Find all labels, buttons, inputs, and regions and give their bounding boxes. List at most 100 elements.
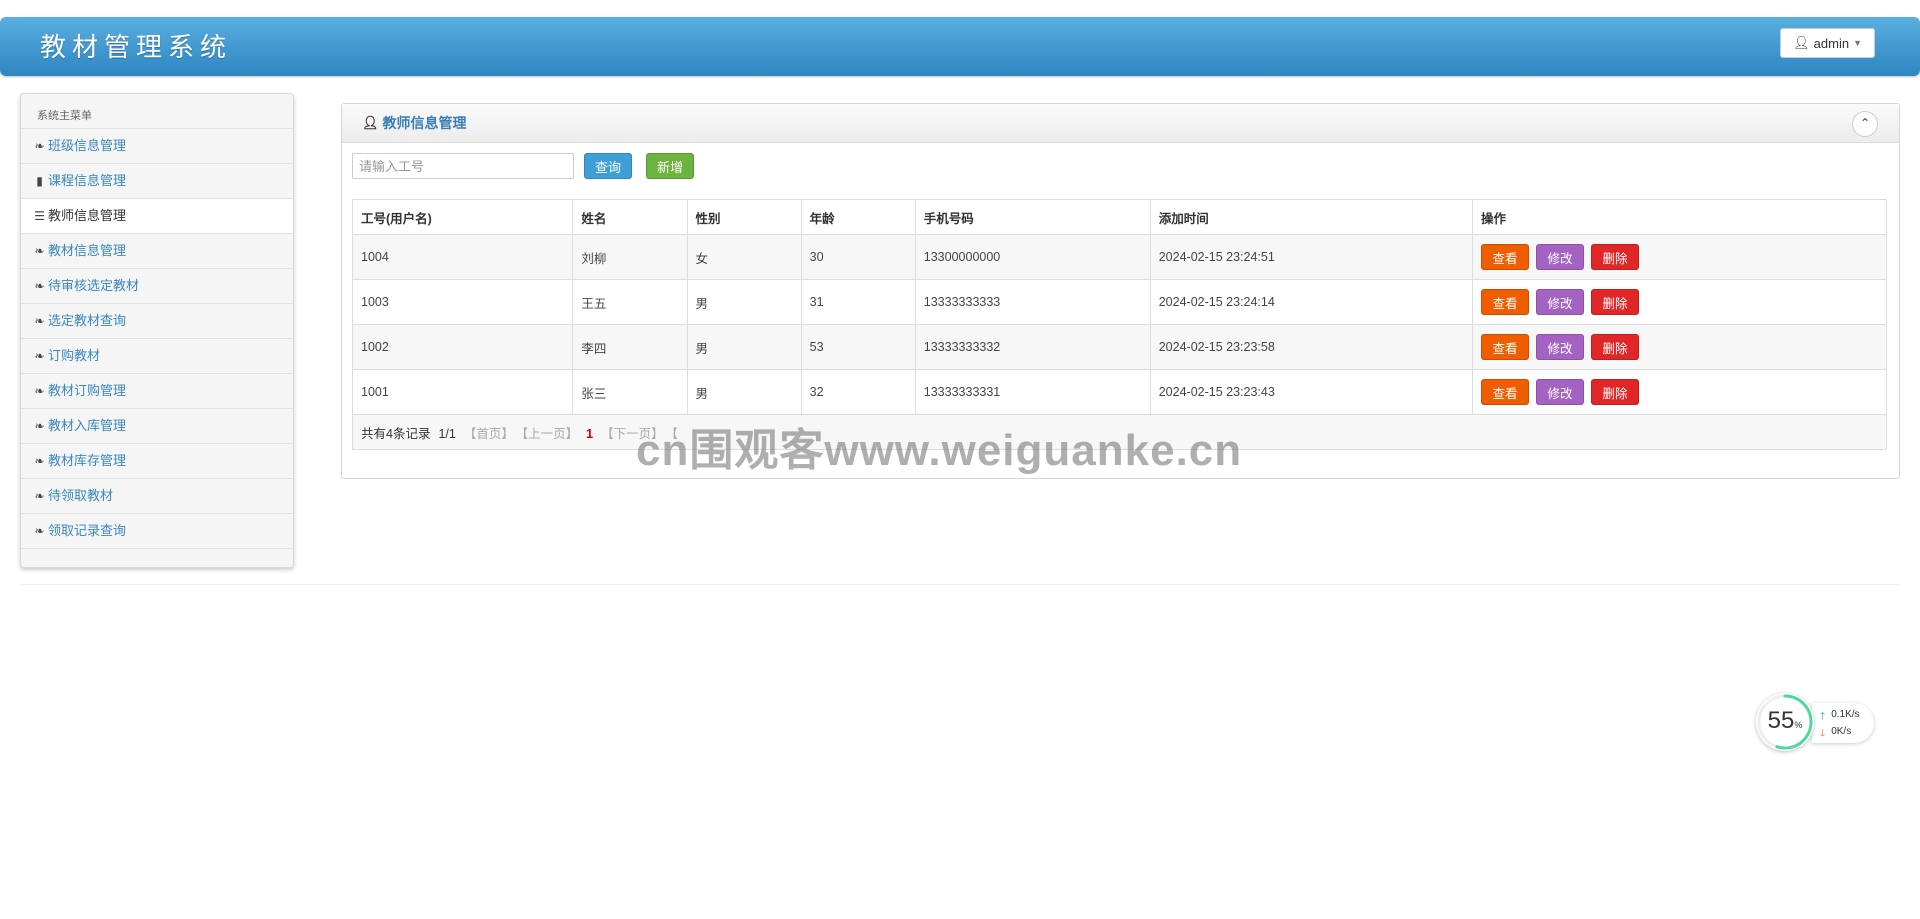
sidebar-item[interactable]: ☰ 教师信息管理 — [21, 199, 293, 234]
memory-gauge: 55% — [1756, 693, 1814, 751]
query-button[interactable]: 查询 — [584, 153, 632, 179]
user-menu-button[interactable]: 👤︎ admin ▼ — [1780, 28, 1875, 58]
table-cell: 男 — [686, 369, 802, 415]
sidebar-item-label: 教师信息管理 — [48, 208, 127, 223]
gauge-percent: 55 — [1767, 707, 1795, 734]
top-header: 教材管理系统 👤︎ admin ▼ — [0, 17, 1920, 76]
table-cell: 31 — [800, 279, 916, 325]
sidebar-item[interactable]: ❧ 订购教材 — [21, 339, 293, 374]
edit-button[interactable]: 修改 — [1535, 379, 1584, 405]
gauge-percent-unit: % — [1794, 720, 1803, 730]
view-button[interactable]: 查看 — [1480, 244, 1529, 270]
table-cell: 1002 — [351, 324, 574, 370]
column-header: 年龄 — [800, 199, 916, 235]
table-cell: 2024-02-15 23:23:43 — [1149, 369, 1473, 415]
search-toolbar: 查询 新增 — [352, 153, 694, 179]
sidebar-item-label: 待审核选定教材 — [48, 278, 140, 293]
arrow-down-icon: 🡓 — [1820, 728, 1826, 739]
edit-button[interactable]: 修改 — [1535, 289, 1584, 315]
sidebar-item-label: 课程信息管理 — [48, 173, 127, 188]
sidebar-item-label: 班级信息管理 — [48, 138, 127, 153]
view-button[interactable]: 查看 — [1480, 289, 1529, 315]
row-actions: 查看 修改 删除 — [1471, 369, 1888, 415]
user-icon: 👤︎ — [362, 115, 379, 130]
sidebar-item[interactable]: ❧ 教材库存管理 — [21, 444, 293, 479]
table-cell: 2024-02-15 23:24:14 — [1149, 279, 1473, 325]
row-actions: 查看 修改 删除 — [1471, 279, 1888, 325]
prev-page-link[interactable]: 【上一页】 — [522, 427, 578, 441]
column-header: 性别 — [686, 199, 802, 235]
delete-button[interactable]: 删除 — [1590, 334, 1639, 360]
pager-summary: 共有4条记录 — [361, 426, 431, 441]
panel-title: 教师信息管理 — [382, 115, 467, 131]
table-cell: 1004 — [351, 234, 574, 280]
view-button[interactable]: 查看 — [1480, 334, 1529, 360]
delete-button[interactable]: 删除 — [1590, 379, 1639, 405]
speed-rates: 🡑 0.1K/s 🡓 0K/s — [1812, 703, 1874, 743]
edit-button[interactable]: 修改 — [1535, 244, 1584, 270]
sidebar: 系统主菜单 ❧ 班级信息管理 ▮ 课程信息管理 ☰ 教师信息管理 ❧ 教材信息管理 ❧ 待审核选定… — [20, 93, 294, 568]
sidebar-item[interactable]: ❧ 待领取教材 — [21, 479, 293, 514]
table-cell: 1001 — [351, 369, 574, 415]
pager-pages: 1/1 — [438, 426, 456, 441]
teacher-table: 工号(用户名) 姓名 性别 年龄 手机号码 添加时间 操作 1004 刘柳女 30 1330000… — [351, 199, 1888, 450]
watermark: cn围观客www.weiguanke.cn — [636, 426, 1243, 475]
leaf-icon: ❧ — [34, 279, 45, 293]
delete-button[interactable]: 删除 — [1590, 289, 1639, 315]
table-cell: 2024-02-15 23:24:51 — [1149, 234, 1473, 280]
table-header-row: 工号(用户名) 姓名 性别 年龄 手机号码 添加时间 操作 — [351, 199, 1888, 235]
gauge-value: 55% — [1756, 707, 1814, 735]
sidebar-item[interactable]: ❧ 教材订购管理 — [21, 374, 293, 409]
sidebar-menu: ❧ 班级信息管理 ▮ 课程信息管理 ☰ 教师信息管理 ❧ 教材信息管理 ❧ 待审核选定教材 ❧ 选定教… — [21, 129, 293, 549]
search-input[interactable] — [352, 153, 574, 179]
leaf-icon: ❧ — [34, 349, 45, 363]
panel-header: 👤︎ 教师信息管理 — [342, 104, 1899, 143]
sidebar-item[interactable]: ❧ 领取记录查询 — [21, 514, 293, 549]
table-cell: 张三 — [572, 369, 688, 415]
table-cell: 男 — [686, 324, 802, 370]
list-icon: ☰ — [34, 209, 45, 223]
leaf-icon: ❧ — [34, 314, 45, 328]
table-row: 1003 王五男 31 13333333333 2024-02-15 23:24:14 查… — [351, 279, 1888, 325]
view-button[interactable]: 查看 — [1480, 379, 1529, 405]
edit-button[interactable]: 修改 — [1535, 334, 1584, 360]
leaf-icon: ❧ — [34, 489, 45, 503]
leaf-icon: ❧ — [34, 419, 45, 433]
sidebar-item[interactable]: ▮ 课程信息管理 — [21, 164, 293, 199]
table-cell: 13333333331 — [914, 369, 1151, 415]
leaf-icon: ❧ — [34, 454, 45, 468]
sidebar-item[interactable]: ❧ 教材入库管理 — [21, 409, 293, 444]
add-button[interactable]: 新增 — [646, 153, 694, 179]
sidebar-item[interactable]: ❧ 待审核选定教材 — [21, 269, 293, 304]
table-cell: 13333333332 — [914, 324, 1151, 370]
sidebar-item[interactable]: ❧ 班级信息管理 — [21, 129, 293, 164]
current-page: 1 — [586, 426, 594, 441]
table-row: 1001 张三男 32 13333333331 2024-02-15 23:23:43 查… — [351, 369, 1888, 415]
table-row: 1004 刘柳女 30 13300000000 2024-02-15 23:24:51 查… — [351, 234, 1888, 280]
collapse-button[interactable]: ⌃ — [1852, 111, 1878, 137]
table-cell: 32 — [800, 369, 916, 415]
user-name: admin — [1813, 35, 1850, 51]
sidebar-item-label: 教材订购管理 — [48, 383, 127, 398]
upload-value: 0.1 — [1831, 709, 1846, 720]
table-cell: 1003 — [351, 279, 574, 325]
sidebar-item[interactable]: ❧ 教材信息管理 — [21, 234, 293, 269]
leaf-icon: ❧ — [34, 139, 45, 153]
delete-button[interactable]: 删除 — [1590, 244, 1639, 270]
table-cell: 53 — [800, 324, 916, 370]
table-cell: 13300000000 — [914, 234, 1151, 280]
first-page-link[interactable]: 【首页】 — [464, 427, 514, 441]
upload-rate: 🡑 0.1K/s — [1820, 709, 1860, 726]
column-header: 手机号码 — [914, 199, 1151, 235]
sidebar-item-label: 教材信息管理 — [48, 243, 127, 258]
row-actions: 查看 修改 删除 — [1471, 234, 1888, 280]
network-speed-widget[interactable]: 🡑 0.1K/s 🡓 0K/s 55% — [1756, 693, 1876, 755]
sidebar-item[interactable]: ❧ 选定教材查询 — [21, 304, 293, 339]
leaf-icon: ❧ — [34, 244, 45, 258]
row-actions: 查看 修改 删除 — [1471, 324, 1888, 370]
table-row: 1002 李四男 53 13333333332 2024-02-15 23:23:58 查… — [351, 324, 1888, 370]
column-header: 操作 — [1471, 199, 1888, 235]
table-cell: 王五 — [572, 279, 688, 325]
column-header: 工号(用户名) — [351, 199, 574, 235]
leaf-icon: ❧ — [34, 524, 45, 538]
